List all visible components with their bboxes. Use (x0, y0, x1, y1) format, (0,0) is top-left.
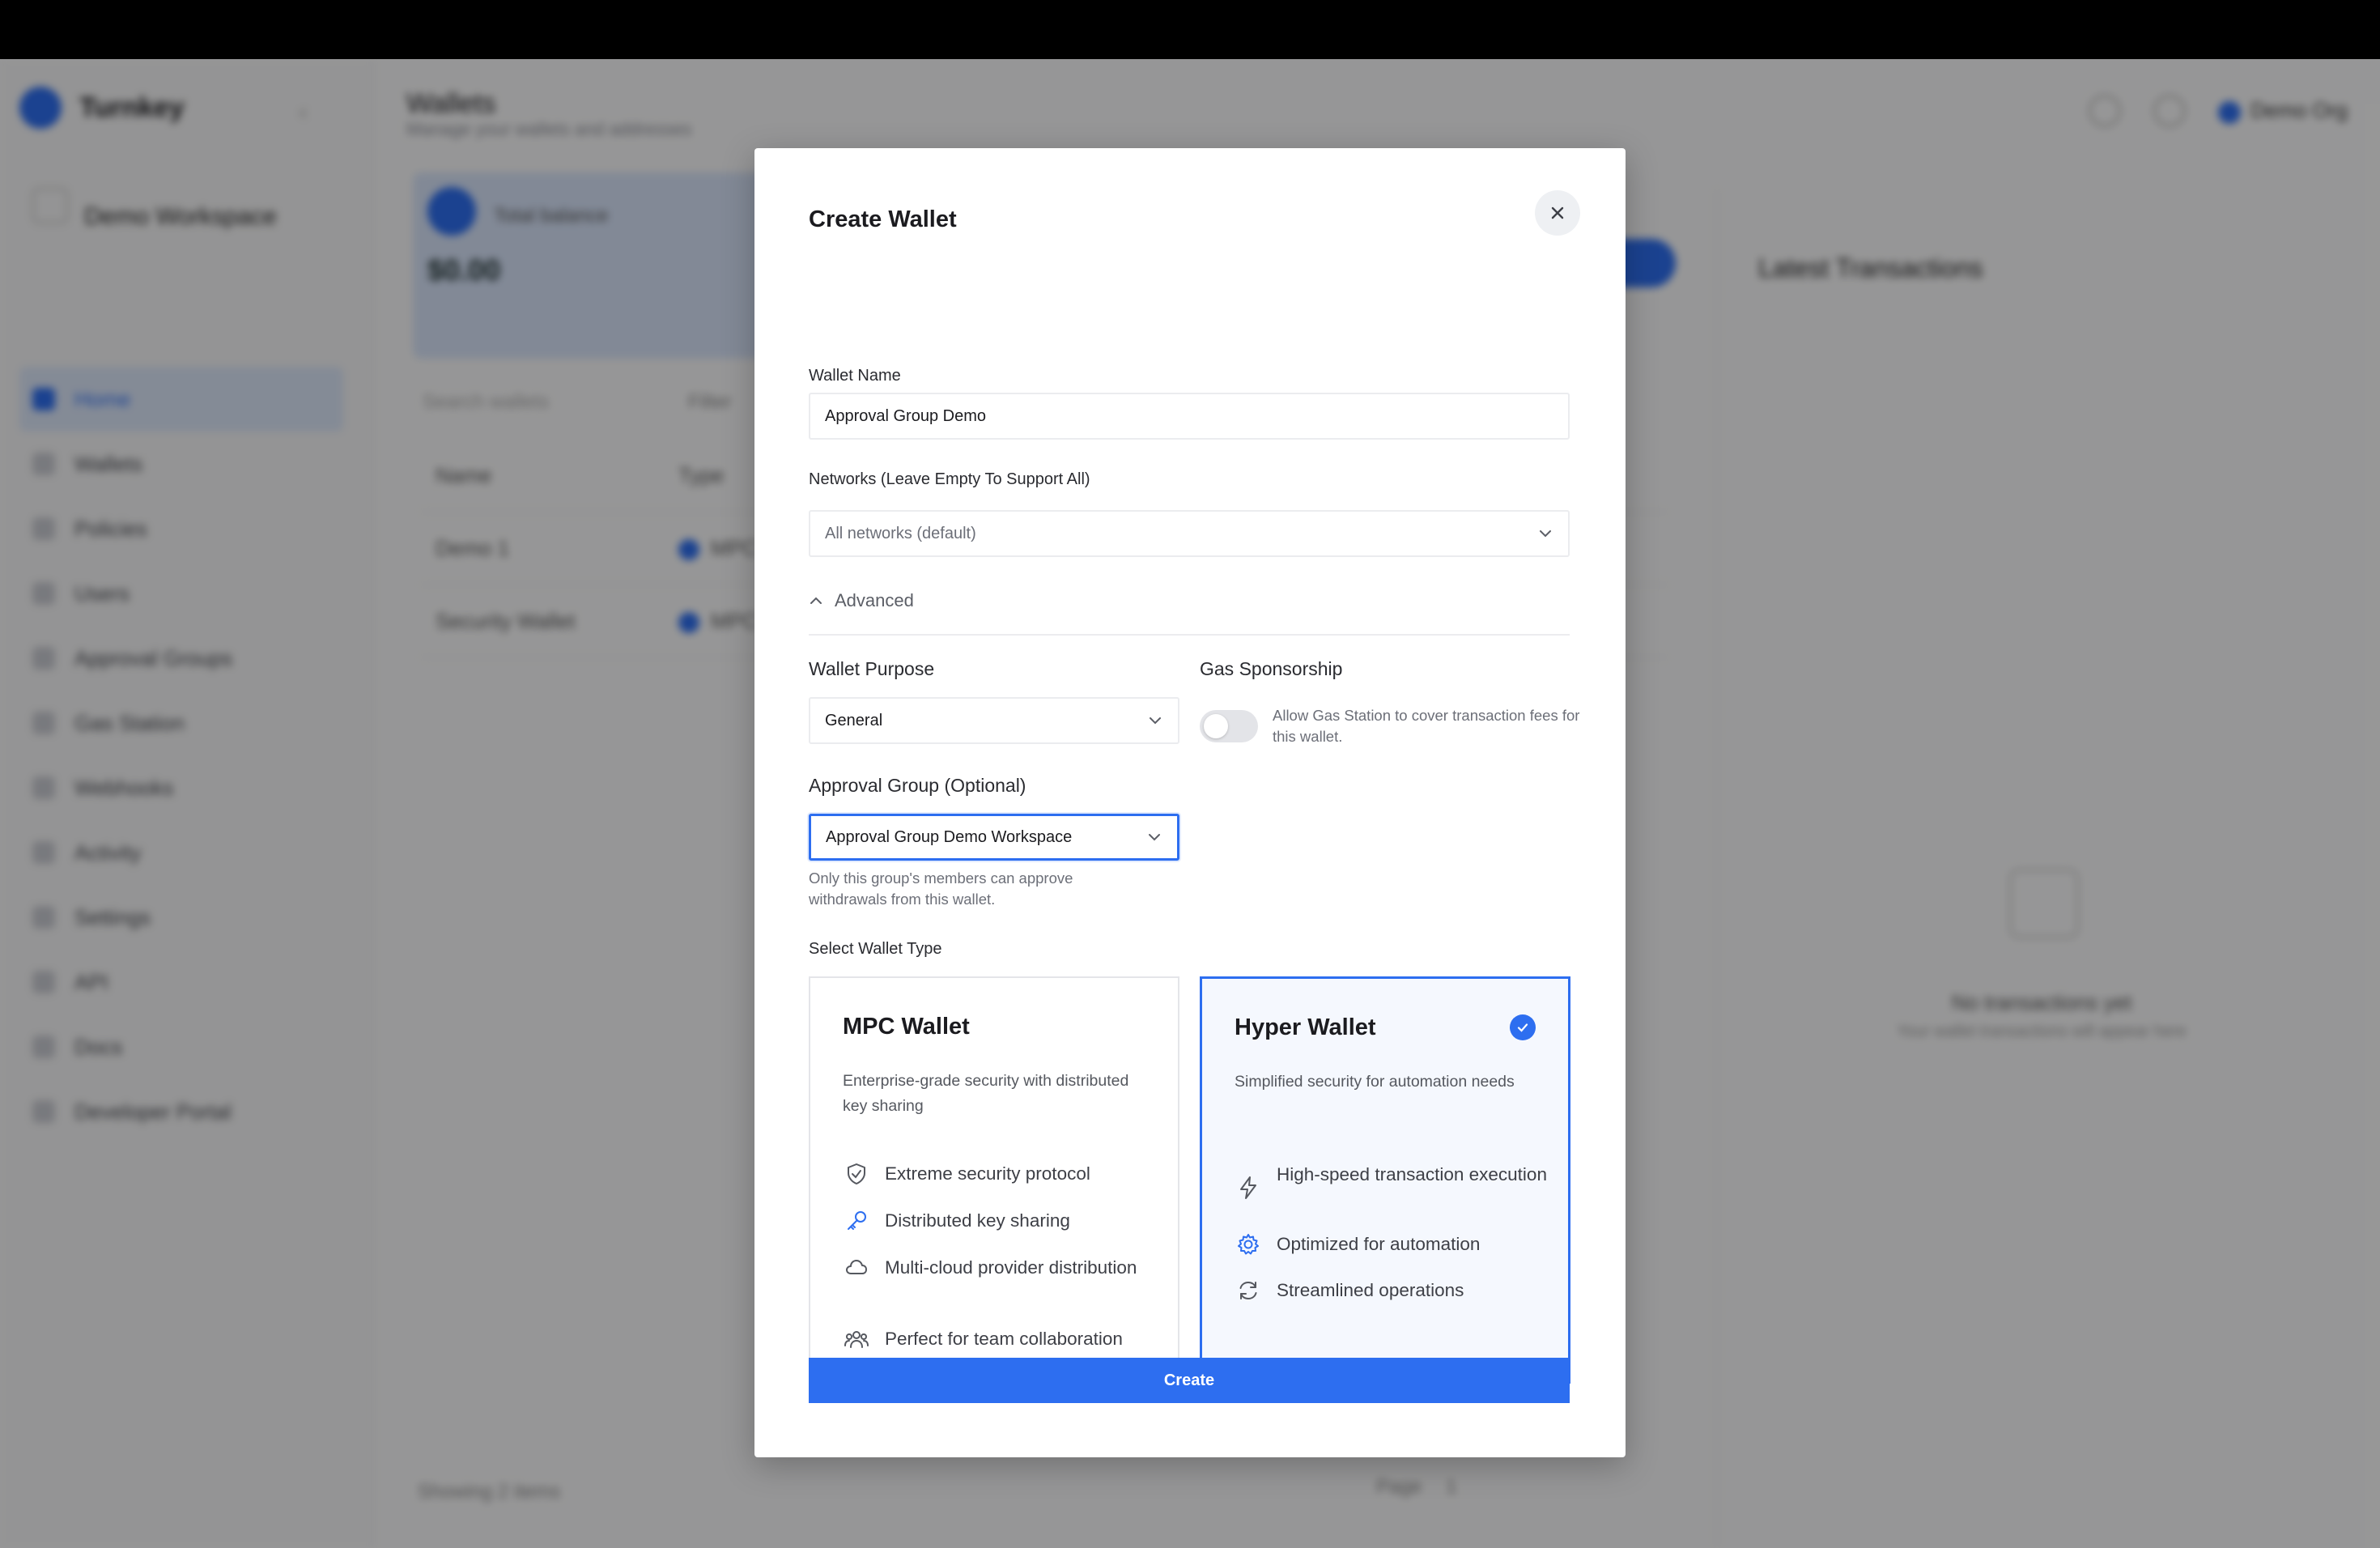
feature-text: Extreme security protocol (885, 1163, 1090, 1184)
feature-item: Extreme security protocol (843, 1161, 1158, 1187)
lightning-icon (1235, 1175, 1262, 1201)
check-icon (1510, 1014, 1536, 1040)
gear-icon (1235, 1231, 1262, 1257)
chevron-up-icon (810, 597, 822, 604)
wallet-name-label: Wallet Name (809, 367, 901, 385)
close-button[interactable] (1535, 190, 1580, 236)
approval-group-help: Only this group's members can approve wi… (809, 870, 1073, 908)
wallet-type-title: Hyper Wallet (1235, 1014, 1376, 1040)
feature-item: Optimized for automation (1235, 1231, 1550, 1257)
advanced-toggle[interactable]: Advanced (809, 590, 914, 611)
wallet-type-label: Select Wallet Type (809, 940, 942, 958)
approval-group-select[interactable]: Approval Group Demo Workspace (809, 814, 1179, 861)
feature-text: High-speed transaction execution (1277, 1164, 1547, 1184)
feature-text: Multi-cloud provider distribution (885, 1257, 1137, 1278)
gas-sponsorship-label: Gas Sponsorship (1200, 658, 1343, 679)
refresh-icon (1235, 1278, 1262, 1303)
gas-sponsorship-description: Allow Gas Station to cover transaction f… (1273, 707, 1580, 745)
create-wallet-modal: Create Wallet Wallet Name Approval Group… (754, 148, 1626, 1457)
wallet-type-description: Enterprise-grade security with distribut… (843, 1072, 1129, 1115)
cloud-icon (843, 1255, 870, 1281)
feature-text: Streamlined operations (1277, 1280, 1464, 1300)
key-icon (843, 1208, 870, 1234)
wallet-type-description: Simplified security for automation needs (1235, 1073, 1515, 1091)
feature-item: Perfect for team collaboration (843, 1326, 1158, 1352)
wallet-purpose-value: General (825, 711, 883, 729)
app-screen: Turnkey ‹ Demo Workspace Home Wallets Po… (0, 59, 2380, 1548)
wallet-type-title: MPC Wallet (843, 1014, 970, 1040)
close-icon (1551, 206, 1564, 219)
feature-text: Distributed key sharing (885, 1210, 1070, 1231)
create-button[interactable]: Create (809, 1358, 1570, 1403)
shield-check-icon (843, 1161, 870, 1187)
wallet-name-input[interactable]: Approval Group Demo (809, 393, 1570, 440)
feature-item: Distributed key sharing (843, 1208, 1158, 1234)
wallet-purpose-select[interactable]: General (809, 697, 1179, 744)
hyper-wallet-card[interactable]: Hyper Wallet Simplified security for aut… (1200, 976, 1570, 1384)
mpc-wallet-card[interactable]: MPC Wallet Enterprise-grade security wit… (809, 976, 1179, 1384)
divider (809, 634, 1570, 636)
system-top-bar (0, 0, 2380, 59)
feature-item: Multi-cloud provider distribution (843, 1255, 1158, 1281)
feature-text: Optimized for automation (1277, 1234, 1481, 1254)
chevron-down-icon (1149, 834, 1160, 841)
advanced-label: Advanced (835, 590, 914, 610)
networks-placeholder: All networks (default) (825, 524, 976, 542)
toggle-knob (1204, 714, 1228, 738)
approval-group-value: Approval Group Demo Workspace (826, 827, 1073, 846)
gas-sponsorship-toggle[interactable] (1200, 710, 1258, 742)
feature-item: Streamlined operations (1235, 1278, 1550, 1303)
users-icon (843, 1326, 870, 1352)
networks-label: Networks (Leave Empty To Support All) (809, 470, 1090, 488)
wallet-purpose-label: Wallet Purpose (809, 658, 935, 679)
chevron-down-icon (1150, 717, 1161, 725)
networks-select[interactable]: All networks (default) (809, 510, 1570, 557)
approval-group-label: Approval Group (Optional) (809, 775, 1026, 796)
feature-item: High-speed transaction execution (1235, 1162, 1550, 1201)
feature-text: Perfect for team collaboration (885, 1329, 1123, 1349)
chevron-down-icon (1540, 530, 1551, 538)
modal-title: Create Wallet (809, 206, 957, 232)
